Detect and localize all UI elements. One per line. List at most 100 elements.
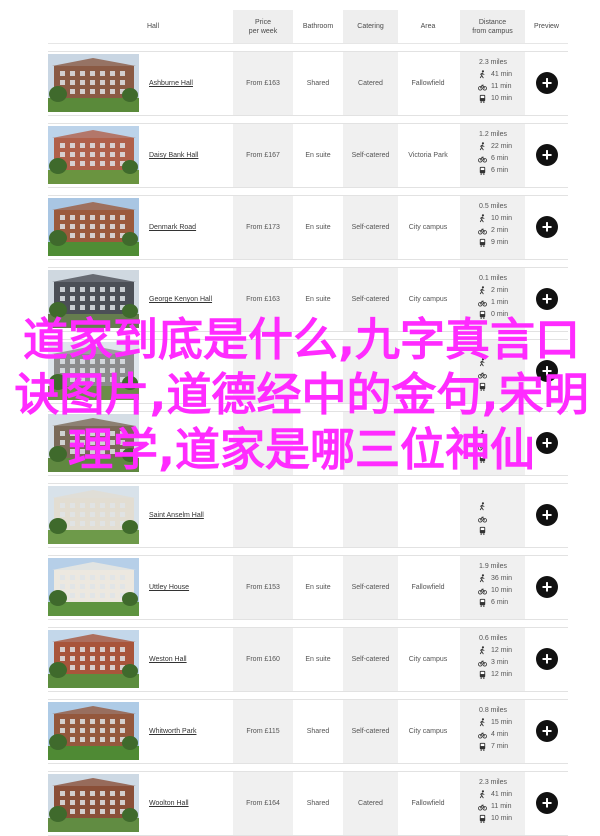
area-cell <box>398 340 458 403</box>
distance-miles: 0.6 miles <box>479 635 508 642</box>
walk-icon <box>479 429 485 438</box>
hall-photo[interactable] <box>48 198 139 256</box>
preview-plus-button[interactable]: + <box>536 288 558 310</box>
price-cell: From £173 <box>246 224 280 231</box>
bus-icon <box>479 526 486 535</box>
cycle-time-value: 11 min <box>491 82 512 90</box>
bicycle-icon <box>478 371 487 379</box>
bicycle-icon <box>478 155 487 163</box>
catering-cell: Self-catered <box>351 656 390 663</box>
table-row: Woolton Hall From £164 Shared Catered Fa… <box>48 771 568 836</box>
price-cell: From £167 <box>246 152 280 159</box>
preview-plus-button[interactable]: + <box>536 360 558 382</box>
catering-cell: Catered <box>358 80 383 87</box>
hall-photo[interactable] <box>48 126 139 184</box>
price-cell: From £164 <box>246 800 280 807</box>
hall-name-link[interactable]: Uttley House <box>149 556 239 619</box>
bus-time: 10 min <box>478 812 548 824</box>
hall-photo[interactable] <box>48 342 139 400</box>
bus-time: 6 min <box>478 596 548 608</box>
distance-miles: 2.3 miles <box>479 59 508 66</box>
preview-plus-button[interactable]: + <box>536 576 558 598</box>
preview-plus-button[interactable]: + <box>536 720 558 742</box>
halls-table: Hall Price per week Bathroom Catering Are… <box>48 10 568 836</box>
area-cell: Fallowfield <box>411 80 445 87</box>
bus-time-value: 6 min <box>491 598 509 606</box>
bathroom-cell: Shared <box>306 80 330 87</box>
bathroom-cell: En suite <box>305 152 331 159</box>
bus-icon <box>479 598 486 607</box>
preview-plus-button[interactable]: + <box>536 72 558 94</box>
walk-icon <box>479 717 485 726</box>
distance-miles: 1.9 miles <box>479 563 508 570</box>
hall-photo[interactable] <box>48 414 139 472</box>
hall-photo[interactable] <box>48 486 139 544</box>
bathroom-cell: En suite <box>305 224 331 231</box>
bus-icon <box>479 94 486 103</box>
preview-plus-button[interactable]: + <box>536 792 558 814</box>
hall-name-link[interactable]: Saint Anselm Hall <box>149 484 239 547</box>
hall-name-link[interactable]: Woolton Hall <box>149 772 239 835</box>
bicycle-icon <box>478 299 487 307</box>
hall-name-link[interactable]: George Kenyon Hall <box>149 268 239 331</box>
catering-cell: Self-catered <box>351 224 390 231</box>
distance-miles <box>478 345 548 356</box>
bicycle-icon <box>478 443 487 451</box>
area-cell: City campus <box>408 656 448 663</box>
catering-cell: Self-catered <box>351 728 390 735</box>
bus-time-value: 10 min <box>491 94 513 102</box>
hall-photo[interactable] <box>48 774 139 832</box>
table-row: Saint Anselm Hall + <box>48 483 568 548</box>
hall-name-link[interactable] <box>149 340 239 403</box>
preview-plus-button[interactable]: + <box>536 216 558 238</box>
walk-icon <box>479 213 485 222</box>
bus-time-value: 0 min <box>491 310 509 318</box>
header-catering: Catering <box>343 10 398 43</box>
area-cell <box>398 412 458 475</box>
hall-photo[interactable] <box>48 702 139 760</box>
hall-name-link[interactable]: Ashburne Hall <box>149 52 239 115</box>
bicycle-icon <box>478 803 487 811</box>
hall-photo[interactable] <box>48 270 139 328</box>
bicycle-icon <box>478 659 487 667</box>
bus-icon <box>479 742 486 751</box>
hall-name-link[interactable]: Weston Hall <box>149 628 239 691</box>
cycle-time-value: 2 min <box>491 226 509 234</box>
bus-time-value: 12 min <box>491 670 513 678</box>
hall-name-link[interactable] <box>149 412 239 475</box>
catering-cell <box>343 340 398 403</box>
walk-time-value: 12 min <box>491 646 513 654</box>
preview-plus-button[interactable]: + <box>536 432 558 454</box>
price-cell: From £160 <box>246 656 280 663</box>
hall-photo[interactable] <box>48 54 139 112</box>
hall-photo[interactable] <box>48 558 139 616</box>
area-cell: City campus <box>408 224 448 231</box>
hall-photo[interactable] <box>48 630 139 688</box>
header-hall: Hall <box>146 23 160 30</box>
bicycle-icon <box>478 227 487 235</box>
hall-name-link[interactable]: Whitworth Park <box>149 700 239 763</box>
header-preview: Preview <box>534 23 559 30</box>
walk-icon <box>479 69 485 78</box>
area-cell: Fallowfield <box>411 584 445 591</box>
table-row: Uttley House From £153 En suite Self-cat… <box>48 555 568 620</box>
hall-name-link[interactable]: Denmark Road <box>149 196 239 259</box>
walk-time-value: 36 min <box>491 574 513 582</box>
table-row: Weston Hall From £160 En suite Self-cate… <box>48 627 568 692</box>
distance-miles: 0.5 miles <box>479 203 508 210</box>
bus-icon <box>479 454 486 463</box>
preview-plus-button[interactable]: + <box>536 648 558 670</box>
hall-name-link[interactable]: Daisy Bank Hall <box>149 124 239 187</box>
header-distance: Distance from campus <box>460 10 525 43</box>
bicycle-icon <box>478 587 487 595</box>
preview-plus-button[interactable]: + <box>536 144 558 166</box>
bathroom-cell: En suite <box>305 296 331 303</box>
price-cell: From £153 <box>246 584 280 591</box>
bus-time <box>478 380 548 392</box>
price-cell: From £115 <box>246 728 280 735</box>
price-cell: From £163 <box>246 296 280 303</box>
bicycle-icon <box>478 731 487 739</box>
cycle-time-value: 6 min <box>491 154 509 162</box>
walk-time-value: 41 min <box>491 790 513 798</box>
preview-plus-button[interactable]: + <box>536 504 558 526</box>
